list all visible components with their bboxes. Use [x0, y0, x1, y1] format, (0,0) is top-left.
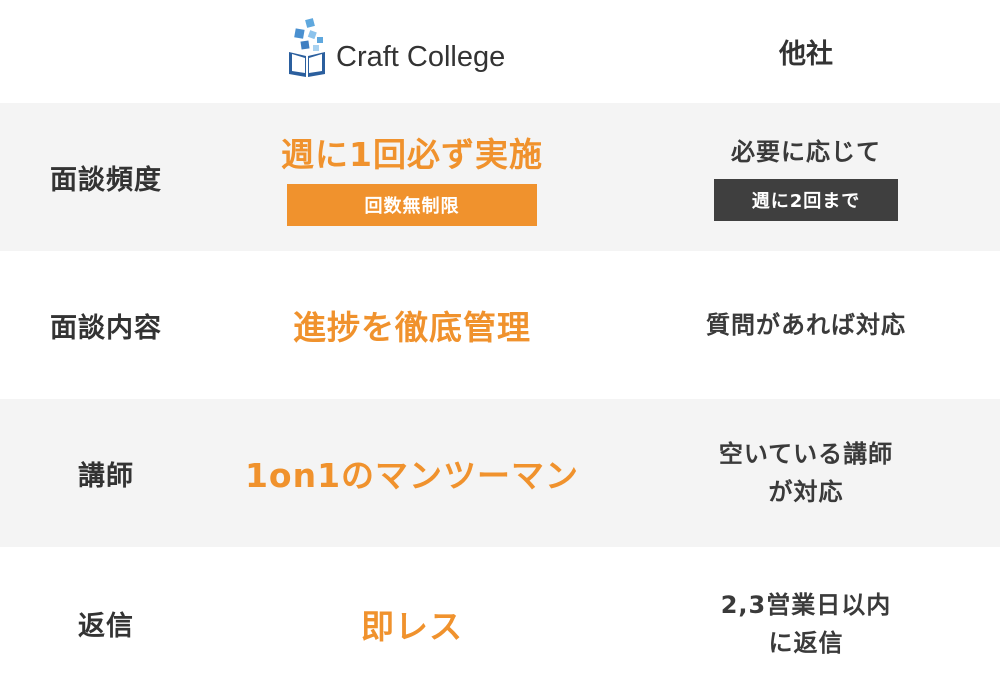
row-label: 面談頻度 [50, 164, 162, 196]
ours-value: 進捗を徹底管理 [293, 308, 531, 347]
ours-value: 週に1回必ず実施 [281, 135, 543, 174]
row-label-cell: 面談内容 [0, 251, 212, 399]
ours-value: 即レス [361, 606, 463, 646]
other-value: 必要に応じて [731, 138, 881, 166]
other-value: 質問があれば対応 [706, 311, 906, 339]
other-value-line-1: 空いている講師 [718, 440, 894, 468]
ours-cell: 進捗を徹底管理 [212, 251, 612, 399]
row-label: 講師 [78, 460, 134, 492]
table-row-interview-frequency: 面談頻度 週に1回必ず実施 回数無制限 必要に応じて 週に2回まで [0, 103, 1000, 251]
table-header-row: Craft College 他社 [0, 0, 1000, 103]
other-badge: 週に2回まで [714, 179, 898, 221]
row-label: 面談内容 [50, 312, 162, 344]
table-row-reply: 返信 即レス 2,3営業日以内 に返信 [0, 547, 1000, 700]
logo-wordmark: Craft College [336, 41, 506, 73]
other-cell: 質問があれば対応 [612, 251, 1000, 399]
other-cell: 空いている講師 が対応 [612, 399, 1000, 547]
table-row-instructor: 講師 1on1のマンツーマン 空いている講師 が対応 [0, 399, 1000, 547]
table-row-interview-content: 面談内容 進捗を徹底管理 質問があれば対応 [0, 251, 1000, 399]
book-cubes-logo-icon [289, 18, 325, 77]
ours-cell: 1on1のマンツーマン [212, 399, 612, 547]
other-companies-heading: 他社 [779, 39, 833, 70]
other-cell: 2,3営業日以内 に返信 [612, 547, 1000, 700]
ours-value: 1on1のマンツーマン [244, 456, 580, 495]
row-label-cell: 返信 [0, 547, 212, 700]
other-cell: 必要に応じて 週に2回まで [612, 103, 1000, 251]
ours-badge: 回数無制限 [287, 184, 537, 226]
craft-college-logo: Craft College [286, 14, 505, 78]
row-label: 返信 [78, 611, 134, 642]
comparison-table: Craft College 他社 面談頻度 週に1回必ず実施 回数無制限 必要に… [0, 0, 1000, 700]
other-value-line-1: 2,3営業日以内 [720, 590, 892, 619]
row-label-cell: 講師 [0, 399, 212, 547]
other-value-line-2: が対応 [768, 478, 844, 506]
ours-cell: 即レス [212, 547, 612, 700]
row-label-cell: 面談頻度 [0, 103, 212, 251]
ours-cell: 週に1回必ず実施 回数無制限 [212, 103, 612, 251]
other-value-line-2: に返信 [768, 628, 844, 657]
